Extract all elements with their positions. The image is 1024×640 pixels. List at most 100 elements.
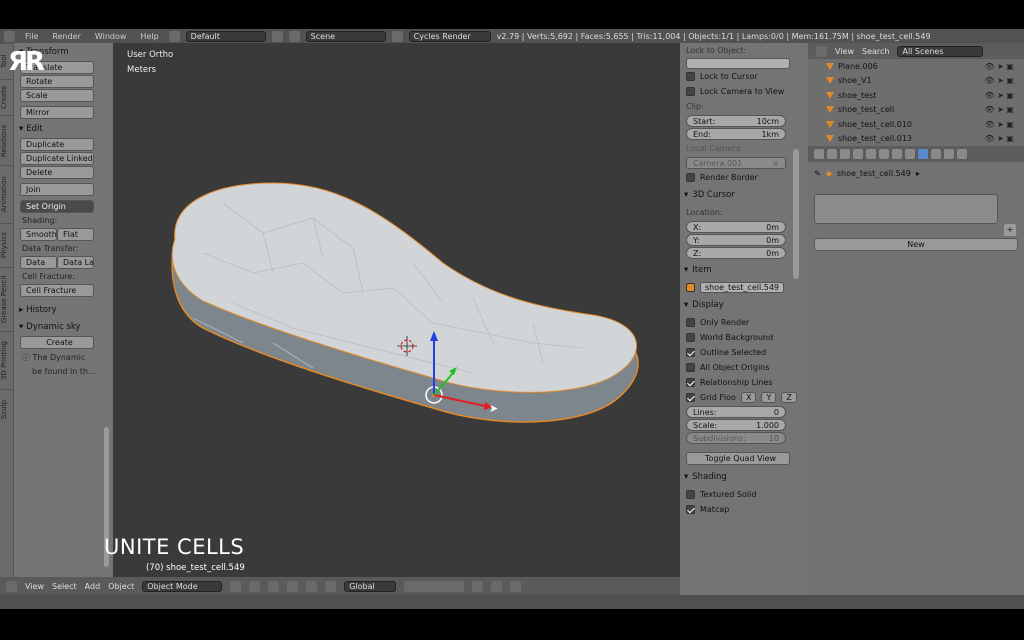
render-border-row[interactable]: Render Border bbox=[680, 170, 806, 185]
all-origins-checkbox[interactable] bbox=[686, 363, 695, 372]
matcap-row[interactable]: Matcap bbox=[680, 502, 806, 517]
flat-button[interactable]: Flat bbox=[57, 228, 94, 241]
create-button[interactable]: Create bbox=[20, 336, 94, 349]
lock-object-field[interactable] bbox=[686, 58, 790, 69]
texture-tab-icon[interactable] bbox=[931, 149, 941, 159]
lock-layers-icon[interactable] bbox=[472, 580, 484, 592]
textured-solid-checkbox[interactable] bbox=[686, 490, 695, 499]
menu-add[interactable]: Add bbox=[85, 582, 101, 591]
edit-header[interactable]: ▾ Edit bbox=[16, 120, 110, 137]
rotate-manipulator-icon[interactable] bbox=[306, 580, 318, 592]
shading-header[interactable]: ▾ Shading bbox=[680, 467, 806, 487]
visibility-icons[interactable]: 👁 ➤ ▣ bbox=[984, 62, 1014, 71]
snap-icon[interactable] bbox=[491, 580, 503, 592]
add-scene-icon[interactable] bbox=[391, 30, 403, 42]
render-border-checkbox[interactable] bbox=[686, 173, 695, 182]
lock-camera-row[interactable]: Lock Camera to View bbox=[680, 84, 806, 99]
outliner-row[interactable]: Plane.006 👁 ➤ ▣ bbox=[808, 59, 1024, 74]
add-slot-icon[interactable]: + bbox=[1004, 224, 1016, 236]
physics-tab-icon[interactable] bbox=[957, 149, 967, 159]
translate-manipulator-icon[interactable] bbox=[287, 580, 299, 592]
outliner-row[interactable]: shoe_test_cell.010 👁 ➤ ▣ bbox=[808, 117, 1024, 132]
history-header[interactable]: ▸ History bbox=[16, 301, 110, 318]
tab-relations[interactable]: Relations bbox=[0, 115, 14, 165]
scene-icon[interactable] bbox=[288, 30, 300, 42]
grid-z-toggle[interactable]: Z bbox=[781, 392, 797, 403]
grid-x-toggle[interactable]: X bbox=[740, 392, 757, 403]
outliner-editor-icon[interactable] bbox=[816, 45, 827, 57]
layout-icon[interactable] bbox=[168, 30, 180, 42]
render-preview-icon[interactable] bbox=[510, 580, 522, 592]
data-tab-icon[interactable] bbox=[905, 149, 915, 159]
grid-subdivisions-field[interactable]: Subdivisions: 10 bbox=[686, 432, 786, 444]
relationship-lines-row[interactable]: Relationship Lines bbox=[680, 375, 806, 390]
tab-grease-pencil[interactable]: Grease Pencil bbox=[0, 267, 14, 331]
outliner-row[interactable]: shoe_test_cell 👁 ➤ ▣ bbox=[808, 103, 1024, 118]
item-header[interactable]: ▾ Item bbox=[680, 260, 806, 280]
grid-lines-field[interactable]: Lines: 0 bbox=[686, 406, 786, 418]
set-origin-dropdown[interactable]: Set Origin bbox=[20, 200, 94, 213]
world-background-row[interactable]: World Background bbox=[680, 330, 806, 345]
cursor-z-field[interactable]: Z: 0m bbox=[686, 247, 786, 259]
grid-y-toggle[interactable]: Y bbox=[761, 392, 777, 403]
outline-selected-checkbox[interactable] bbox=[686, 348, 695, 357]
scale-manipulator-icon[interactable] bbox=[325, 580, 337, 592]
mirror-button[interactable]: Mirror bbox=[20, 106, 94, 119]
editor-type-icon-3d[interactable] bbox=[6, 580, 17, 592]
clear-icon[interactable]: × bbox=[772, 158, 779, 168]
editor-type-icon[interactable] bbox=[4, 30, 15, 42]
outliner-display-selector[interactable]: All Scenes bbox=[897, 45, 984, 57]
all-origins-row[interactable]: All Object Origins bbox=[680, 360, 806, 375]
lock-to-cursor-checkbox[interactable] bbox=[686, 72, 695, 81]
menu-view[interactable]: View bbox=[25, 582, 44, 591]
menu-select[interactable]: Select bbox=[52, 582, 77, 591]
matcap-checkbox[interactable] bbox=[686, 505, 695, 514]
visibility-icons[interactable]: 👁 ➤ ▣ bbox=[984, 134, 1014, 143]
world-tab-icon[interactable] bbox=[853, 149, 863, 159]
shading-mode-icon[interactable] bbox=[230, 580, 242, 592]
textured-solid-row[interactable]: Textured Solid bbox=[680, 487, 806, 502]
grid-scale-field[interactable]: Scale: 1.000 bbox=[686, 419, 786, 431]
tab-animation[interactable]: Animation bbox=[0, 165, 14, 223]
only-render-checkbox[interactable] bbox=[686, 318, 695, 327]
orientation-selector[interactable]: Global bbox=[344, 580, 397, 592]
menu-window[interactable]: Window bbox=[91, 32, 131, 41]
display-header[interactable]: ▾ Display bbox=[680, 295, 806, 315]
outliner-row[interactable]: shoe_V1 👁 ➤ ▣ bbox=[808, 74, 1024, 89]
tab-create[interactable]: Create bbox=[0, 79, 14, 115]
toggle-quad-view-button[interactable]: Toggle Quad View bbox=[686, 452, 790, 465]
scale-button[interactable]: Scale bbox=[20, 89, 94, 102]
tab-sculpt[interactable]: Sculp bbox=[0, 389, 14, 429]
pivot-icon[interactable] bbox=[249, 580, 261, 592]
dynamic-sky-header[interactable]: ▾ Dynamic sky bbox=[16, 318, 110, 335]
only-render-row[interactable]: Only Render bbox=[680, 315, 806, 330]
tab-3d-printing[interactable]: 3D Printing bbox=[0, 331, 14, 389]
visibility-icons[interactable]: 👁 ➤ ▣ bbox=[984, 120, 1014, 129]
new-material-button[interactable]: New bbox=[814, 238, 1018, 251]
clip-start-field[interactable]: Start: 10cm bbox=[686, 115, 786, 127]
world-background-checkbox[interactable] bbox=[686, 333, 695, 342]
scene-selector[interactable]: Scene bbox=[305, 30, 386, 42]
material-tab-icon[interactable] bbox=[918, 149, 928, 159]
lock-camera-checkbox[interactable] bbox=[686, 87, 695, 96]
add-layout-icon[interactable] bbox=[271, 30, 283, 42]
render-engine-selector[interactable]: Cycles Render bbox=[408, 30, 491, 42]
3d-viewport[interactable]: User Ortho Meters ➤ bbox=[113, 43, 680, 577]
relationship-lines-checkbox[interactable] bbox=[686, 378, 695, 387]
menu-render[interactable]: Render bbox=[48, 32, 84, 41]
shoe-sole-model[interactable] bbox=[113, 43, 680, 577]
local-camera-field[interactable]: Camera.001 × bbox=[686, 157, 786, 169]
mode-selector[interactable]: Object Mode bbox=[142, 580, 223, 592]
cursor-y-field[interactable]: Y: 0m bbox=[686, 234, 786, 246]
visibility-icons[interactable]: 👁 ➤ ▣ bbox=[984, 91, 1014, 100]
data-button[interactable]: Data bbox=[20, 256, 57, 269]
constraints-tab-icon[interactable] bbox=[879, 149, 889, 159]
duplicate-button[interactable]: Duplicate bbox=[20, 138, 94, 151]
duplicate-linked-button[interactable]: Duplicate Linked bbox=[20, 152, 94, 165]
outline-selected-row[interactable]: Outline Selected bbox=[680, 345, 806, 360]
3d-cursor-header[interactable]: ▾ 3D Cursor bbox=[680, 185, 806, 205]
object-tab-icon[interactable] bbox=[866, 149, 876, 159]
layers-grid[interactable] bbox=[404, 580, 465, 592]
join-button[interactable]: Join bbox=[20, 183, 94, 196]
outliner-row[interactable]: shoe_test_cell.013 👁 ➤ ▣ bbox=[808, 132, 1024, 147]
